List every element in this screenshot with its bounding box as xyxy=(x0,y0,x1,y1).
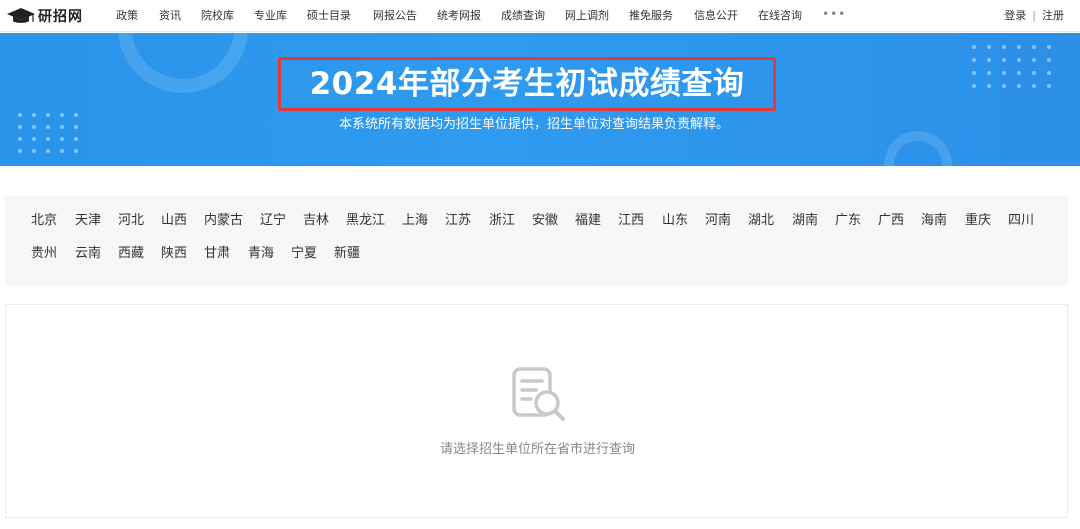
province-selector: 北京 天津 河北 山西 内蒙古 辽宁 吉林 黑龙江 上海 江苏 浙江 安徽 福建… xyxy=(5,196,1068,286)
province-jiangsu[interactable]: 江苏 xyxy=(445,212,471,230)
province-jilin[interactable]: 吉林 xyxy=(303,212,329,230)
province-tianjin[interactable]: 天津 xyxy=(75,212,101,230)
province-hainan[interactable]: 海南 xyxy=(921,212,947,230)
province-liaoning[interactable]: 辽宁 xyxy=(260,212,286,230)
logo-text: 研招网 xyxy=(38,9,83,25)
province-shanghai[interactable]: 上海 xyxy=(402,212,428,230)
nav-policy[interactable]: 政策 xyxy=(116,8,138,24)
nav-master-catalog[interactable]: 硕士目录 xyxy=(307,8,351,24)
province-anhui[interactable]: 安徽 xyxy=(532,212,558,230)
province-guangdong[interactable]: 广东 xyxy=(835,212,861,230)
province-yunnan[interactable]: 云南 xyxy=(75,245,101,263)
more-menu-icon[interactable]: ••• xyxy=(822,7,846,21)
nav-majors[interactable]: 专业库 xyxy=(254,8,287,24)
province-guizhou[interactable]: 贵州 xyxy=(31,245,57,263)
site-logo[interactable]: 研招网 xyxy=(6,5,83,27)
register-link[interactable]: 注册 xyxy=(1042,8,1064,24)
nav-registration-notice[interactable]: 网报公告 xyxy=(373,8,417,24)
province-beijing[interactable]: 北京 xyxy=(31,212,57,230)
user-links: 登录 | 注册 xyxy=(1004,8,1064,24)
province-jiangxi[interactable]: 江西 xyxy=(618,212,644,230)
province-qinghai[interactable]: 青海 xyxy=(248,245,274,263)
graduation-cap-icon xyxy=(7,8,35,23)
province-chongqing[interactable]: 重庆 xyxy=(965,212,991,230)
decorative-ring xyxy=(884,131,952,166)
nav-online-consult[interactable]: 在线咨询 xyxy=(758,8,802,24)
province-hubei[interactable]: 湖北 xyxy=(748,212,774,230)
nav-exam-registration[interactable]: 统考网报 xyxy=(437,8,481,24)
province-inner-mongolia[interactable]: 内蒙古 xyxy=(204,212,243,230)
province-henan[interactable]: 河南 xyxy=(705,212,731,230)
province-heilongjiang[interactable]: 黑龙江 xyxy=(346,212,385,230)
nav-recommendation[interactable]: 推免服务 xyxy=(629,8,673,24)
province-xinjiang[interactable]: 新疆 xyxy=(334,245,360,263)
province-hebei[interactable]: 河北 xyxy=(118,212,144,230)
page-title: 2024年部分考生初试成绩查询 xyxy=(309,66,745,102)
top-navbar: 研招网 政策 资讯 院校库 专业库 硕士目录 网报公告 统考网报 成绩查询 网上… xyxy=(0,0,1080,32)
nav-info-disclosure[interactable]: 信息公开 xyxy=(694,8,738,24)
province-tibet[interactable]: 西藏 xyxy=(118,245,144,263)
empty-state-text: 请选择招生单位所在省市进行查询 xyxy=(439,442,635,457)
result-panel: 请选择招生单位所在省市进行查询 xyxy=(5,304,1068,518)
province-shandong[interactable]: 山东 xyxy=(662,212,688,230)
nav-schools[interactable]: 院校库 xyxy=(201,8,234,24)
province-gansu[interactable]: 甘肃 xyxy=(204,245,230,263)
nav-adjustment[interactable]: 网上调剂 xyxy=(565,8,609,24)
province-guangxi[interactable]: 广西 xyxy=(878,212,904,230)
document-search-icon xyxy=(512,367,565,421)
login-link[interactable]: 登录 xyxy=(1004,8,1026,24)
decorative-dots xyxy=(972,45,1051,88)
page-subtitle: 本系统所有数据均为招生单位提供，招生单位对查询结果负责解释。 xyxy=(338,117,729,132)
province-hunan[interactable]: 湖南 xyxy=(792,212,818,230)
nav-score-query[interactable]: 成绩查询 xyxy=(501,8,545,24)
decorative-ring xyxy=(118,33,248,93)
nav-news[interactable]: 资讯 xyxy=(159,8,181,24)
province-shanxi[interactable]: 山西 xyxy=(161,212,187,230)
province-sichuan[interactable]: 四川 xyxy=(1008,212,1034,230)
province-zhejiang[interactable]: 浙江 xyxy=(489,212,515,230)
province-shaanxi[interactable]: 陕西 xyxy=(161,245,187,263)
hero-banner: 2024年部分考生初试成绩查询 本系统所有数据均为招生单位提供，招生单位对查询结… xyxy=(0,33,1080,166)
province-fujian[interactable]: 福建 xyxy=(575,212,601,230)
province-ningxia[interactable]: 宁夏 xyxy=(291,245,317,263)
separator: | xyxy=(1032,9,1036,22)
